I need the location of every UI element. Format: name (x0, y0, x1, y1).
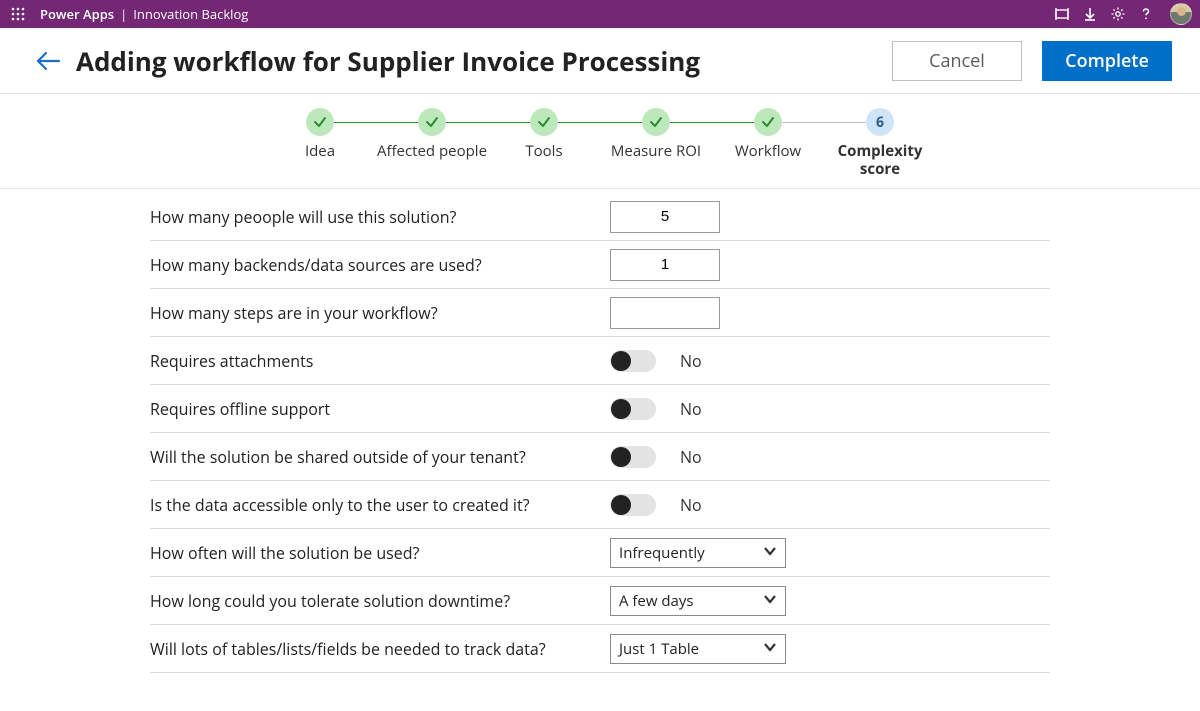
row-users: How many peoople will use this solution? (150, 193, 1050, 241)
row-shared-outside: Will the solution be shared outside of y… (150, 433, 1050, 481)
attachments-toggle[interactable] (610, 350, 656, 372)
back-arrow-icon[interactable] (28, 41, 68, 81)
row-frequency: How often will the solution be used? Inf… (150, 529, 1050, 577)
downtime-select[interactable]: A few days (610, 586, 786, 616)
row-attachments: Requires attachments No (150, 337, 1050, 385)
check-icon (754, 108, 782, 136)
data-private-toggle[interactable] (610, 494, 656, 516)
question-label: Requires attachments (150, 350, 610, 372)
row-data-private: Is the data accessible only to the user … (150, 481, 1050, 529)
steps-input[interactable] (610, 297, 720, 329)
toggle-value-label: No (680, 350, 720, 372)
toggle-value-label: No (680, 446, 720, 468)
chevron-down-icon (763, 543, 777, 563)
row-tables: Will lots of tables/lists/fields be need… (150, 625, 1050, 673)
select-value: Just 1 Table (619, 639, 699, 659)
step-idea[interactable]: Idea (264, 108, 376, 160)
question-label: Is the data accessible only to the user … (150, 494, 610, 516)
brand-label: Power Apps (40, 5, 114, 23)
shared-outside-toggle[interactable] (610, 446, 656, 468)
row-steps: How many steps are in your workflow? (150, 289, 1050, 337)
settings-gear-icon[interactable] (1104, 0, 1132, 28)
app-name-label: Innovation Backlog (133, 5, 248, 23)
question-label: Requires offline support (150, 398, 610, 420)
toggle-value-label: No (680, 494, 720, 516)
question-label: How long could you tolerate solution dow… (150, 590, 610, 612)
question-label: How many backends/data sources are used? (150, 254, 610, 276)
step-label: Measure ROI (600, 142, 712, 160)
question-label: Will lots of tables/lists/fields be need… (150, 638, 610, 660)
tables-select[interactable]: Just 1 Table (610, 634, 786, 664)
step-label: Complexity score (824, 142, 936, 178)
step-number-badge: 6 (866, 108, 894, 136)
chevron-down-icon (763, 591, 777, 611)
step-tools[interactable]: Tools (488, 108, 600, 160)
cancel-button[interactable]: Cancel (892, 41, 1022, 81)
check-icon (642, 108, 670, 136)
complexity-form: How many peoople will use this solution?… (150, 193, 1050, 693)
check-icon (418, 108, 446, 136)
step-label: Workflow (712, 142, 824, 160)
chevron-down-icon (763, 639, 777, 659)
complete-button[interactable]: Complete (1042, 41, 1172, 81)
frequency-select[interactable]: Infrequently (610, 538, 786, 568)
question-label: Will the solution be shared outside of y… (150, 446, 610, 468)
app-top-bar: Power Apps | Innovation Backlog (0, 0, 1200, 28)
backends-input[interactable] (610, 249, 720, 281)
toggle-value-label: No (680, 398, 720, 420)
step-workflow[interactable]: Workflow (712, 108, 824, 160)
row-backends: How many backends/data sources are used? (150, 241, 1050, 289)
question-label: How many peoople will use this solution? (150, 206, 610, 228)
brand-separator: | (120, 5, 127, 23)
step-measure-roi[interactable]: Measure ROI (600, 108, 712, 160)
step-label: Idea (264, 142, 376, 160)
fit-to-window-icon[interactable] (1048, 0, 1076, 28)
user-avatar[interactable] (1170, 3, 1192, 25)
question-label: How often will the solution be used? (150, 542, 610, 564)
app-launcher-icon[interactable] (8, 4, 28, 24)
select-value: A few days (619, 591, 694, 611)
step-affected-people[interactable]: Affected people (376, 108, 488, 160)
users-input[interactable] (610, 201, 720, 233)
step-label: Tools (488, 142, 600, 160)
step-label: Affected people (376, 142, 488, 160)
help-icon[interactable] (1132, 0, 1160, 28)
page-header: Adding workflow for Supplier Invoice Pro… (0, 28, 1200, 94)
row-downtime: How long could you tolerate solution dow… (150, 577, 1050, 625)
step-complexity-score[interactable]: 6 Complexity score (824, 108, 936, 178)
select-value: Infrequently (619, 543, 705, 563)
row-offline: Requires offline support No (150, 385, 1050, 433)
page-title: Adding workflow for Supplier Invoice Pro… (76, 43, 892, 79)
check-icon (306, 108, 334, 136)
check-icon (530, 108, 558, 136)
question-label: How many steps are in your workflow? (150, 302, 610, 324)
offline-toggle[interactable] (610, 398, 656, 420)
download-icon[interactable] (1076, 0, 1104, 28)
progress-stepper: Idea Affected people Tools Measure ROI W… (0, 94, 1200, 189)
